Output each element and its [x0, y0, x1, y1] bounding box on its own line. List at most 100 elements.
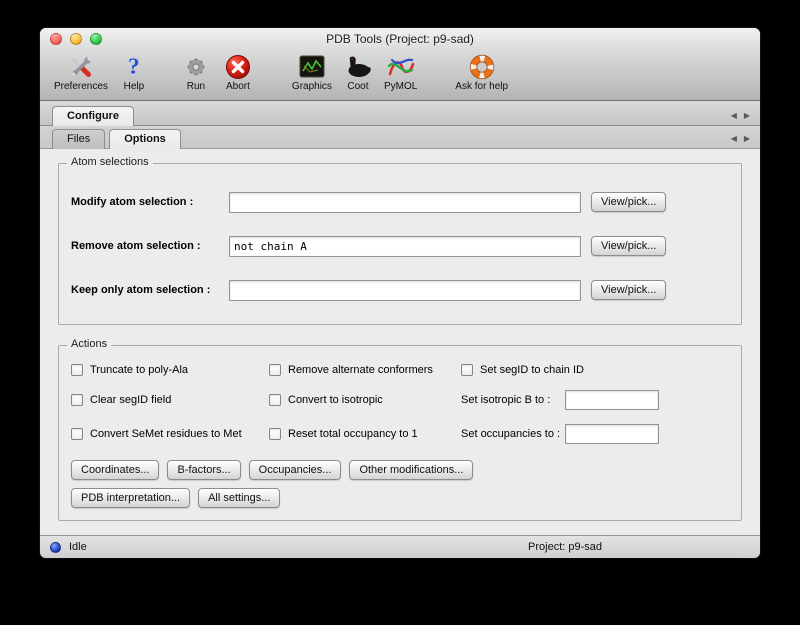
tab-scroll-arrows: ◀ ▶: [731, 112, 752, 125]
pdb-tools-window: PDB Tools (Project: p9-sad) Preferences: [40, 28, 760, 558]
tab-label: Files: [67, 133, 90, 145]
checkbox-set-segid-to-chain-id[interactable]: Set segID to chain ID: [461, 364, 729, 376]
checkbox-remove-alternate-conformers[interactable]: Remove alternate conformers: [269, 364, 461, 376]
b-factors-button[interactable]: B-factors...: [167, 460, 240, 480]
checkbox-box-icon[interactable]: [269, 364, 281, 376]
tools-icon: [65, 52, 97, 81]
project-label: Project: p9-sad: [528, 541, 602, 553]
close-button[interactable]: [50, 33, 62, 45]
group-title: Atom selections: [67, 156, 153, 168]
isotropic-b-input[interactable]: [565, 390, 659, 410]
tab-label: Options: [124, 133, 166, 145]
remove-atom-selection-row: Remove atom selection : View/pick...: [71, 224, 729, 268]
checkbox-box-icon[interactable]: [269, 394, 281, 406]
toolbar-label: Graphics: [292, 81, 332, 92]
toolbar-label: PyMOL: [384, 81, 417, 92]
checkbox-box-icon[interactable]: [269, 428, 281, 440]
toolbar-run-button[interactable]: Run: [180, 52, 212, 92]
tab-scroll-right-icon[interactable]: ▶: [744, 112, 750, 120]
window-title: PDB Tools (Project: p9-sad): [326, 32, 474, 46]
status-bar: Idle Project: p9-sad: [40, 535, 760, 558]
tab-scroll-right-icon[interactable]: ▶: [744, 135, 750, 143]
checkbox-box-icon[interactable]: [71, 428, 83, 440]
actions-group: Actions Truncate to poly-Ala Remove alte…: [58, 345, 742, 521]
checkbox-box-icon[interactable]: [71, 364, 83, 376]
tab-scroll-left-icon[interactable]: ◀: [731, 112, 737, 120]
tab-scroll-left-icon[interactable]: ◀: [731, 135, 737, 143]
graphics-display-icon: [296, 52, 328, 81]
toolbar-graphics-button[interactable]: Graphics: [292, 52, 332, 92]
toolbar-preferences-button[interactable]: Preferences: [54, 52, 108, 92]
view-pick-button-keep[interactable]: View/pick...: [591, 280, 666, 300]
checkbox-label: Convert to isotropic: [288, 394, 383, 406]
all-settings-button[interactable]: All settings...: [198, 488, 280, 508]
toolbar: Preferences ? Help: [40, 50, 760, 100]
titlebar: PDB Tools (Project: p9-sad): [40, 28, 760, 50]
checkbox-reset-total-occupancy[interactable]: Reset total occupancy to 1: [269, 428, 461, 440]
modify-atom-selection-row: Modify atom selection : View/pick...: [71, 180, 729, 224]
toolbar-label: Help: [124, 81, 145, 92]
checkbox-label: Reset total occupancy to 1: [288, 428, 418, 440]
coordinates-button[interactable]: Coordinates...: [71, 460, 159, 480]
checkbox-box-icon[interactable]: [71, 394, 83, 406]
checkbox-label: Remove alternate conformers: [288, 364, 433, 376]
keep-only-atom-selection-row: Keep only atom selection : View/pick...: [71, 268, 729, 312]
coot-bird-icon: [342, 52, 374, 81]
checkbox-truncate-poly-ala[interactable]: Truncate to poly-Ala: [71, 364, 269, 376]
field-label: Modify atom selection :: [71, 196, 229, 208]
toolbar-abort-button[interactable]: Abort: [222, 52, 254, 92]
toolbar-coot-button[interactable]: Coot: [342, 52, 374, 92]
actions-buttons-row-1: Coordinates... B-factors... Occupancies.…: [71, 460, 729, 480]
view-pick-button-modify[interactable]: View/pick...: [591, 192, 666, 212]
toolbar-label: Preferences: [54, 81, 108, 92]
checkbox-label: Set segID to chain ID: [480, 364, 584, 376]
toolbar-label: Run: [187, 81, 205, 92]
tab-configure[interactable]: Configure: [52, 106, 134, 126]
group-title: Actions: [67, 338, 111, 350]
toolbar-label: Coot: [347, 81, 368, 92]
tab-bar-primary: Configure ◀ ▶: [40, 101, 760, 126]
remove-atom-selection-input[interactable]: [229, 236, 581, 257]
tab-files[interactable]: Files: [52, 129, 105, 149]
field-label: Remove atom selection :: [71, 240, 229, 252]
set-occupancies-field: Set occupancies to :: [461, 424, 729, 444]
checkbox-convert-to-isotropic[interactable]: Convert to isotropic: [269, 394, 461, 406]
minimize-button[interactable]: [70, 33, 82, 45]
occupancies-button[interactable]: Occupancies...: [249, 460, 342, 480]
status-led-icon: [50, 542, 61, 553]
abort-cross-icon: [222, 52, 254, 81]
keep-only-atom-selection-input[interactable]: [229, 280, 581, 301]
tab-scroll-arrows: ◀ ▶: [731, 135, 752, 148]
checkbox-label: Truncate to poly-Ala: [90, 364, 188, 376]
view-pick-button-remove[interactable]: View/pick...: [591, 236, 666, 256]
actions-buttons-row-2: PDB interpretation... All settings...: [71, 488, 729, 508]
toolbar-pymol-button[interactable]: PyMOL: [384, 52, 417, 92]
tab-options[interactable]: Options: [109, 129, 181, 149]
toolbar-ask-for-help-button[interactable]: Ask for help: [455, 52, 508, 92]
set-isotropic-b-field: Set isotropic B to :: [461, 390, 729, 410]
field-label: Set occupancies to :: [461, 428, 565, 440]
toolbar-help-button[interactable]: ? Help: [118, 52, 150, 92]
traffic-lights: [50, 33, 102, 45]
other-modifications-button[interactable]: Other modifications...: [349, 460, 473, 480]
actions-checkbox-grid: Truncate to poly-Ala Remove alternate co…: [71, 364, 729, 444]
checkbox-box-icon[interactable]: [461, 364, 473, 376]
field-label: Set isotropic B to :: [461, 394, 565, 406]
pdb-interpretation-button[interactable]: PDB interpretation...: [71, 488, 190, 508]
occupancies-input[interactable]: [565, 424, 659, 444]
checkbox-label: Clear segID field: [90, 394, 171, 406]
status-text: Idle: [69, 541, 87, 553]
checkbox-label: Convert SeMet residues to Met: [90, 428, 242, 440]
toolbar-label: Ask for help: [455, 81, 508, 92]
window-header: PDB Tools (Project: p9-sad) Preferences: [40, 28, 760, 101]
pymol-ribbon-icon: [385, 52, 417, 81]
atom-selections-group: Atom selections Modify atom selection : …: [58, 163, 742, 325]
checkbox-clear-segid-field[interactable]: Clear segID field: [71, 394, 269, 406]
tab-label: Configure: [67, 110, 119, 122]
zoom-button[interactable]: [90, 33, 102, 45]
checkbox-convert-semet-to-met[interactable]: Convert SeMet residues to Met: [71, 428, 269, 440]
modify-atom-selection-input[interactable]: [229, 192, 581, 213]
tab-bar-secondary: Files Options ◀ ▶: [40, 126, 760, 149]
gear-icon: [180, 52, 212, 81]
toolbar-label: Abort: [226, 81, 250, 92]
